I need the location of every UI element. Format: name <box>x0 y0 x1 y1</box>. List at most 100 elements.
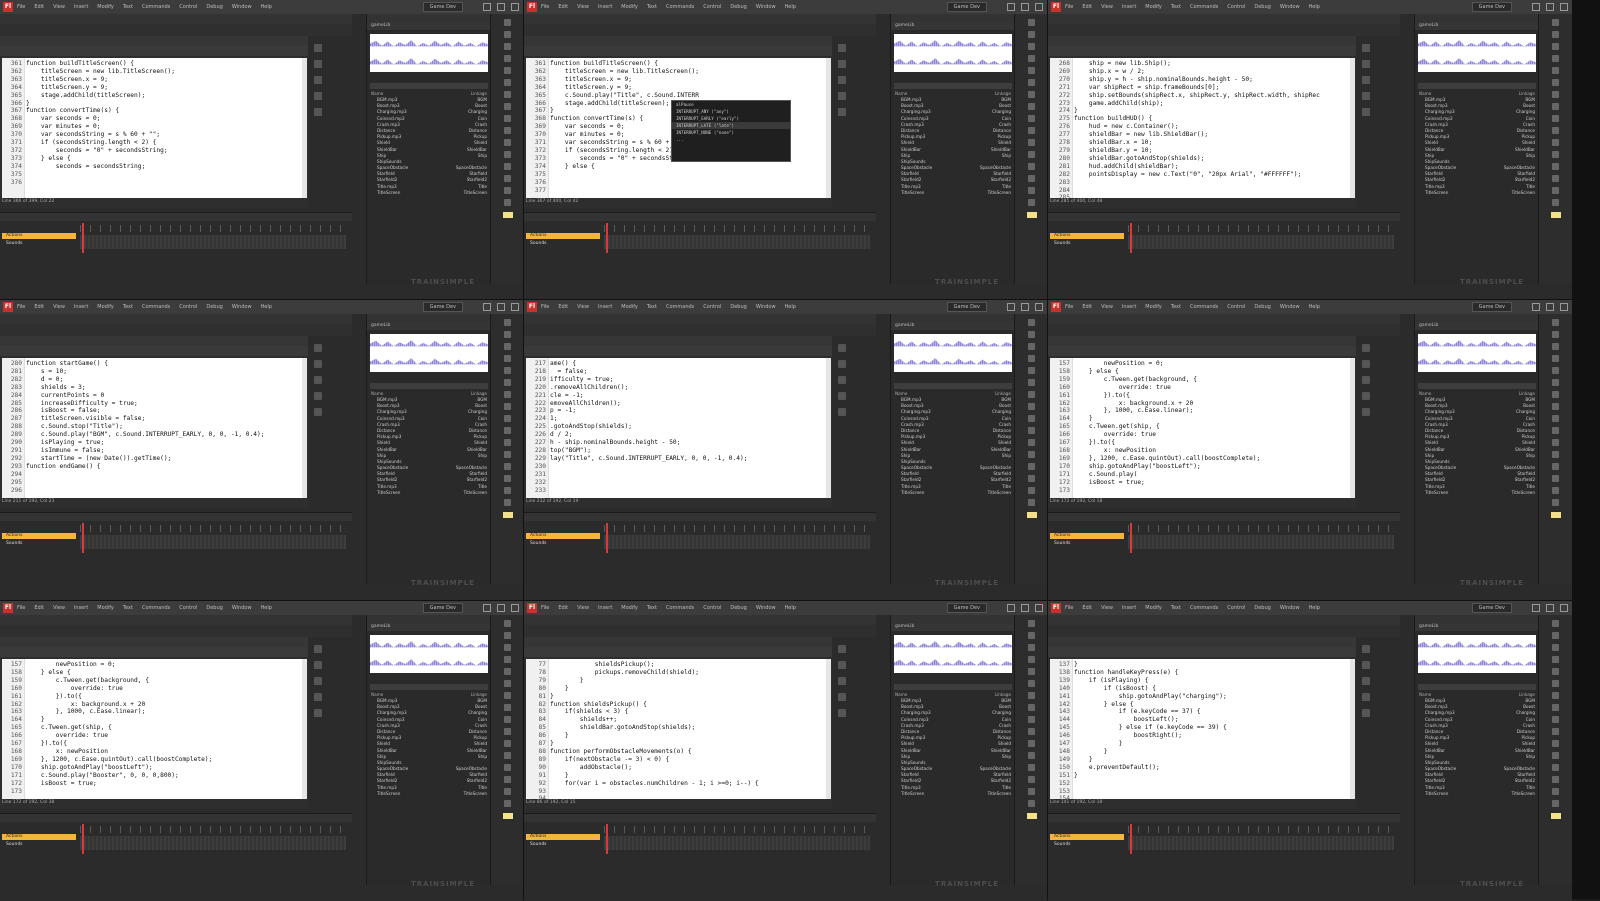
tool-icon[interactable] <box>504 728 511 735</box>
menu-item[interactable]: Window <box>232 4 252 10</box>
tool-icon[interactable] <box>1028 680 1035 687</box>
library-search-input[interactable] <box>894 83 1012 89</box>
code-scrollbar[interactable] <box>1350 358 1355 498</box>
tool-icon[interactable] <box>1028 776 1035 783</box>
tool-icon[interactable] <box>1028 103 1035 110</box>
menu-item[interactable]: Debug <box>1254 605 1270 611</box>
tool-icon[interactable] <box>1552 415 1559 422</box>
tool-icon[interactable] <box>1552 680 1559 687</box>
code-scrollbar[interactable] <box>302 58 307 198</box>
timeline-layer[interactable]: Sounds <box>2 241 76 247</box>
tool-icon[interactable] <box>1028 331 1035 338</box>
menu-item[interactable]: Control <box>1227 605 1245 611</box>
menu-item[interactable]: Edit <box>34 304 44 310</box>
menu-item[interactable]: Insert <box>74 4 88 10</box>
menu-item[interactable]: Control <box>1227 304 1245 310</box>
menu-item[interactable]: Help <box>785 304 796 310</box>
fill-color-swatch[interactable] <box>1026 212 1037 218</box>
tool-icon[interactable] <box>504 103 511 110</box>
menu-item[interactable]: Window <box>756 304 776 310</box>
tool-icon[interactable] <box>504 403 511 410</box>
library-item[interactable]: TitleScreen TitleScreen <box>891 791 1015 797</box>
menu-item[interactable]: Control <box>179 605 197 611</box>
menu-item[interactable]: View <box>53 4 65 10</box>
code-editor[interactable]: 268 269 270 271 272 273 274 275 276 277 278 279 280 2… <box>1050 58 1355 198</box>
workspace-switcher[interactable]: Game Dev <box>946 603 987 613</box>
fill-color-swatch[interactable] <box>1550 813 1561 819</box>
code-hint-item[interactable]: INTERRUPT_LATE ("late") <box>672 122 790 129</box>
tool-icon[interactable] <box>1028 632 1035 639</box>
timeline-layer[interactable]: Sounds <box>1050 541 1124 547</box>
menu-item[interactable]: Window <box>756 605 776 611</box>
menu-item[interactable]: Window <box>1280 304 1300 310</box>
menu-item[interactable]: Commands <box>1190 304 1218 310</box>
menu-item[interactable]: Control <box>703 304 721 310</box>
menu-item[interactable]: Text <box>647 605 657 611</box>
playhead[interactable] <box>1130 223 1132 253</box>
panel-toggle-icon[interactable] <box>1362 392 1370 400</box>
tool-icon[interactable] <box>504 776 511 783</box>
panel-toggle-icon[interactable] <box>1362 677 1370 685</box>
tool-icon[interactable] <box>1028 403 1035 410</box>
frame-strip[interactable] <box>604 836 870 850</box>
code-editor[interactable]: 361 362 363 364 365 366 367 368 369 370 371 372 373 3… <box>2 58 307 198</box>
tool-icon[interactable] <box>504 199 511 206</box>
code-scrollbar[interactable] <box>302 358 307 498</box>
menu-item[interactable]: Help <box>261 304 272 310</box>
menu-item[interactable]: Help <box>1309 4 1320 10</box>
panel-toggle-icon[interactable] <box>838 661 846 669</box>
tool-icon[interactable] <box>1028 439 1035 446</box>
tool-icon[interactable] <box>1028 716 1035 723</box>
minimize-icon[interactable] <box>1007 303 1015 311</box>
menu-item[interactable]: Modify <box>621 605 638 611</box>
code-scrollbar[interactable] <box>1350 659 1355 799</box>
code-hint-item[interactable]: ... <box>672 136 790 143</box>
tool-icon[interactable] <box>1028 752 1035 759</box>
menu-item[interactable]: Text <box>1171 4 1181 10</box>
fill-color-swatch[interactable] <box>502 512 513 518</box>
tool-icon[interactable] <box>504 367 511 374</box>
tool-icon[interactable] <box>504 163 511 170</box>
tool-icon[interactable] <box>1028 391 1035 398</box>
close-icon[interactable] <box>511 604 519 612</box>
tool-icon[interactable] <box>1552 716 1559 723</box>
menu-item[interactable]: Window <box>1280 4 1300 10</box>
tool-icon[interactable] <box>504 187 511 194</box>
code-scrollbar[interactable] <box>826 659 831 799</box>
library-item[interactable]: TitleScreen TitleScreen <box>367 791 491 797</box>
playhead[interactable] <box>1130 523 1132 553</box>
panel-toggle-icon[interactable] <box>1362 44 1370 52</box>
panel-toggle-icon[interactable] <box>838 108 846 116</box>
menu-item[interactable]: Debug <box>206 4 222 10</box>
tool-icon[interactable] <box>1552 139 1559 146</box>
tool-icon[interactable] <box>1028 415 1035 422</box>
menu-item[interactable]: View <box>577 4 589 10</box>
tool-icon[interactable] <box>1028 127 1035 134</box>
timeline-layer[interactable]: Sounds <box>1050 842 1124 848</box>
tool-icon[interactable] <box>1552 668 1559 675</box>
menu-item[interactable]: Edit <box>1082 304 1092 310</box>
tool-icon[interactable] <box>1552 127 1559 134</box>
timeline-layer[interactable]: Actions <box>2 233 76 239</box>
tool-icon[interactable] <box>504 800 511 807</box>
tool-icon[interactable] <box>1028 163 1035 170</box>
maximize-icon[interactable] <box>1546 3 1554 11</box>
tool-icon[interactable] <box>1552 67 1559 74</box>
tool-icon[interactable] <box>1028 692 1035 699</box>
panel-toggle-icon[interactable] <box>1362 645 1370 653</box>
tool-icon[interactable] <box>504 43 511 50</box>
menu-item[interactable]: Text <box>1171 304 1181 310</box>
tool-icon[interactable] <box>1028 740 1035 747</box>
tool-icon[interactable] <box>504 439 511 446</box>
tool-icon[interactable] <box>504 343 511 350</box>
tool-icon[interactable] <box>504 319 511 326</box>
timeline-layer[interactable]: Sounds <box>2 541 76 547</box>
tool-icon[interactable] <box>504 379 511 386</box>
maximize-icon[interactable] <box>1021 3 1029 11</box>
panel-toggle-icon[interactable] <box>1362 60 1370 68</box>
menu-item[interactable]: Edit <box>558 4 568 10</box>
tool-icon[interactable] <box>1552 175 1559 182</box>
menu-item[interactable]: View <box>53 304 65 310</box>
close-icon[interactable] <box>1035 604 1043 612</box>
tool-icon[interactable] <box>1552 391 1559 398</box>
